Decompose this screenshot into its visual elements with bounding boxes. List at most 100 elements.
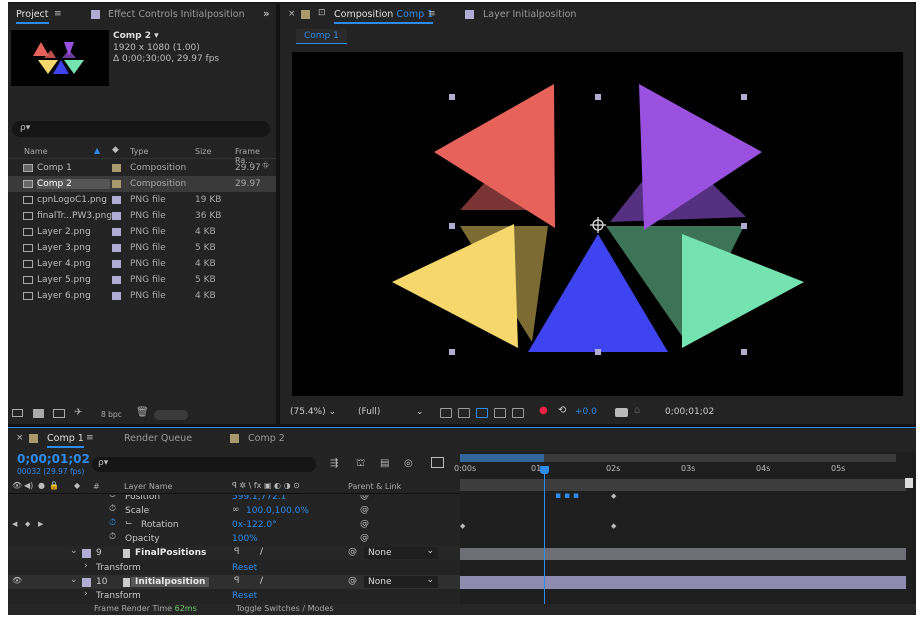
fast-previews-icon[interactable] bbox=[440, 408, 452, 418]
parent-dropdown[interactable]: None ⌄ bbox=[364, 575, 438, 588]
stopwatch-icon[interactable]: ⏱ bbox=[109, 532, 116, 542]
transform-group-row[interactable]: › Transform Reset bbox=[8, 589, 460, 603]
constrain-proportions-icon[interactable]: ∞ bbox=[232, 505, 240, 515]
tab-timeline-comp2[interactable]: Comp 2 bbox=[248, 433, 285, 444]
transparency-grid-icon[interactable] bbox=[458, 408, 470, 418]
transform-reset-link[interactable]: Reset bbox=[232, 591, 257, 601]
keyframe-diamond[interactable]: ◆ bbox=[460, 522, 465, 530]
tab-timeline-comp1[interactable]: Comp 1 bbox=[47, 433, 84, 448]
stopwatch-icon[interactable]: ⏱ bbox=[109, 518, 116, 528]
project-item[interactable]: Layer 3.png PNG file 5 KB bbox=[8, 240, 276, 256]
lock-icon[interactable]: ⊡ bbox=[318, 8, 326, 18]
twirl-down-icon[interactable]: ⌄ bbox=[70, 546, 78, 556]
show-snapshot-icon[interactable]: ⌂ bbox=[634, 405, 640, 416]
lock-column-icon[interactable]: 🔒 bbox=[49, 481, 59, 490]
playhead-handle[interactable] bbox=[540, 466, 549, 474]
snapshot-icon[interactable] bbox=[615, 408, 628, 417]
property-value[interactable]: 0x-122.0° bbox=[232, 520, 277, 530]
exposure-value[interactable]: +0.0 bbox=[575, 407, 597, 417]
expression-pickwhip-icon[interactable]: @ bbox=[360, 495, 369, 501]
twirl-down-icon[interactable]: ⌄ bbox=[70, 575, 78, 585]
tab-project[interactable]: Project bbox=[16, 9, 49, 24]
twirl-right-icon[interactable]: › bbox=[84, 561, 88, 571]
parent-pickwhip-icon[interactable]: @ bbox=[348, 576, 357, 586]
sort-ascending-icon[interactable]: ▲ bbox=[94, 146, 100, 155]
project-item[interactable]: Comp 2 Composition 29.97 bbox=[8, 176, 276, 192]
trash-icon[interactable]: 🗑 bbox=[136, 407, 149, 418]
project-scrollbar[interactable] bbox=[154, 410, 188, 420]
toggle-mask-icon[interactable] bbox=[494, 408, 506, 418]
layer-label-swatch[interactable] bbox=[82, 549, 91, 558]
label-color-swatch[interactable] bbox=[112, 244, 121, 252]
shy-switch-icon[interactable]: ꟼ bbox=[234, 547, 239, 557]
layer-name[interactable]: FinalPositions bbox=[135, 548, 206, 558]
anchor-point-icon[interactable] bbox=[590, 217, 606, 233]
interpret-footage-icon[interactable] bbox=[12, 409, 23, 417]
label-tag-icon[interactable]: ◆ bbox=[112, 145, 119, 155]
label-color-swatch[interactable] bbox=[112, 276, 121, 284]
keyframe-marker[interactable]: ▪ ▪ ▪ bbox=[555, 491, 579, 501]
layer-label-swatch[interactable] bbox=[82, 578, 91, 587]
twirl-right-icon[interactable]: › bbox=[84, 589, 88, 599]
property-value[interactable]: 100% bbox=[232, 534, 258, 544]
project-item[interactable]: Layer 6.png PNG file 4 KB bbox=[8, 288, 276, 304]
project-search-input[interactable]: ρ▾ bbox=[12, 121, 270, 137]
expression-pickwhip-icon[interactable]: @ bbox=[360, 505, 369, 515]
work-area-end-marker[interactable] bbox=[905, 478, 913, 488]
keyframe-diamond[interactable]: ◆ bbox=[611, 522, 616, 530]
project-item[interactable]: Comp 1 Composition 29.97 ⛗ bbox=[8, 160, 276, 176]
keyframe-diamond[interactable]: ◆ bbox=[611, 492, 616, 500]
flowchart-icon[interactable]: ✈ bbox=[74, 407, 82, 418]
next-keyframe-icon[interactable]: ▶ bbox=[38, 520, 43, 528]
comp-mini-flowchart-icon[interactable]: ⇶ bbox=[330, 458, 338, 469]
composition-viewer[interactable] bbox=[292, 52, 903, 396]
label-color-swatch[interactable] bbox=[112, 164, 121, 172]
new-folder-icon[interactable] bbox=[33, 409, 44, 418]
region-of-interest-icon[interactable] bbox=[476, 408, 488, 418]
project-item[interactable]: Layer 2.png PNG file 4 KB bbox=[8, 224, 276, 240]
video-visibility-icon[interactable]: 👁 bbox=[12, 481, 22, 490]
project-item[interactable]: cpnLogoC1.png PNG file 19 KB bbox=[8, 192, 276, 208]
add-keyframe-icon[interactable]: ◆ bbox=[25, 520, 30, 528]
solo-icon[interactable]: ● bbox=[38, 481, 45, 490]
label-color-swatch[interactable] bbox=[112, 212, 121, 220]
tab-effect-controls[interactable]: Effect Controls Initialposition bbox=[108, 9, 245, 20]
audio-icon[interactable]: ◀) bbox=[24, 481, 33, 490]
layer-name-column[interactable]: Layer Name bbox=[124, 482, 172, 491]
expression-pickwhip-icon[interactable]: @ bbox=[360, 533, 369, 543]
prev-keyframe-icon[interactable]: ◀ bbox=[12, 520, 17, 528]
tab-layer[interactable]: Layer Initialposition bbox=[483, 9, 576, 20]
parent-pickwhip-icon[interactable]: @ bbox=[348, 547, 357, 557]
bit-depth-button[interactable]: 8 bpc bbox=[101, 410, 122, 419]
label-color-swatch[interactable] bbox=[112, 196, 121, 204]
property-row[interactable]: ⏱ Scale ∞ 100.0,100.0% @ bbox=[8, 504, 460, 518]
close-tab-icon[interactable]: × bbox=[288, 9, 296, 19]
parent-dropdown[interactable]: None ⌄ bbox=[364, 546, 438, 559]
property-row[interactable]: ◀ ◆ ▶ ⏱ Rotation ⌙ 0x-122.0° @ bbox=[8, 518, 460, 532]
tab-render-queue[interactable]: Render Queue bbox=[124, 433, 192, 444]
layer-row[interactable]: ⌄ 9 FinalPositions ꟼ / @ None ⌄ bbox=[8, 546, 460, 560]
label-color-swatch[interactable] bbox=[112, 228, 121, 236]
flowchart-icon[interactable]: ⛗ bbox=[262, 161, 269, 171]
stopwatch-icon[interactable]: ⏱ bbox=[109, 495, 116, 500]
property-value[interactable]: 100.0,100.0% bbox=[246, 506, 309, 516]
resolution-dropdown[interactable]: (Full) ⌄ bbox=[358, 407, 428, 417]
layer-bar-initialposition[interactable] bbox=[460, 576, 906, 589]
label-column-icon[interactable]: ◆ bbox=[74, 481, 80, 490]
transform-reset-link[interactable]: Reset bbox=[232, 563, 257, 573]
stopwatch-icon[interactable]: ⏱ bbox=[109, 504, 116, 514]
layer-bar-finalpositions[interactable] bbox=[460, 548, 906, 560]
column-size[interactable]: Size bbox=[195, 147, 211, 156]
property-value[interactable]: 599.1,772.1 bbox=[232, 495, 286, 502]
timeline-menu-icon[interactable]: ≡ bbox=[86, 433, 94, 443]
magnification-dropdown[interactable]: (75.4%) ⌄ bbox=[290, 407, 336, 417]
transform-group-row[interactable]: › Transform Reset bbox=[8, 561, 460, 575]
project-menu-icon[interactable]: ≡ bbox=[54, 9, 62, 19]
reset-exposure-icon[interactable]: ⟲ bbox=[558, 405, 566, 416]
playhead[interactable] bbox=[544, 466, 545, 612]
guides-icon[interactable] bbox=[512, 408, 524, 418]
project-item[interactable]: Layer 5.png PNG file 5 KB bbox=[8, 272, 276, 288]
close-tab-icon[interactable]: × bbox=[16, 433, 24, 443]
graph-icon[interactable]: ⌙ bbox=[125, 518, 133, 528]
graph-editor-icon[interactable] bbox=[431, 457, 444, 468]
